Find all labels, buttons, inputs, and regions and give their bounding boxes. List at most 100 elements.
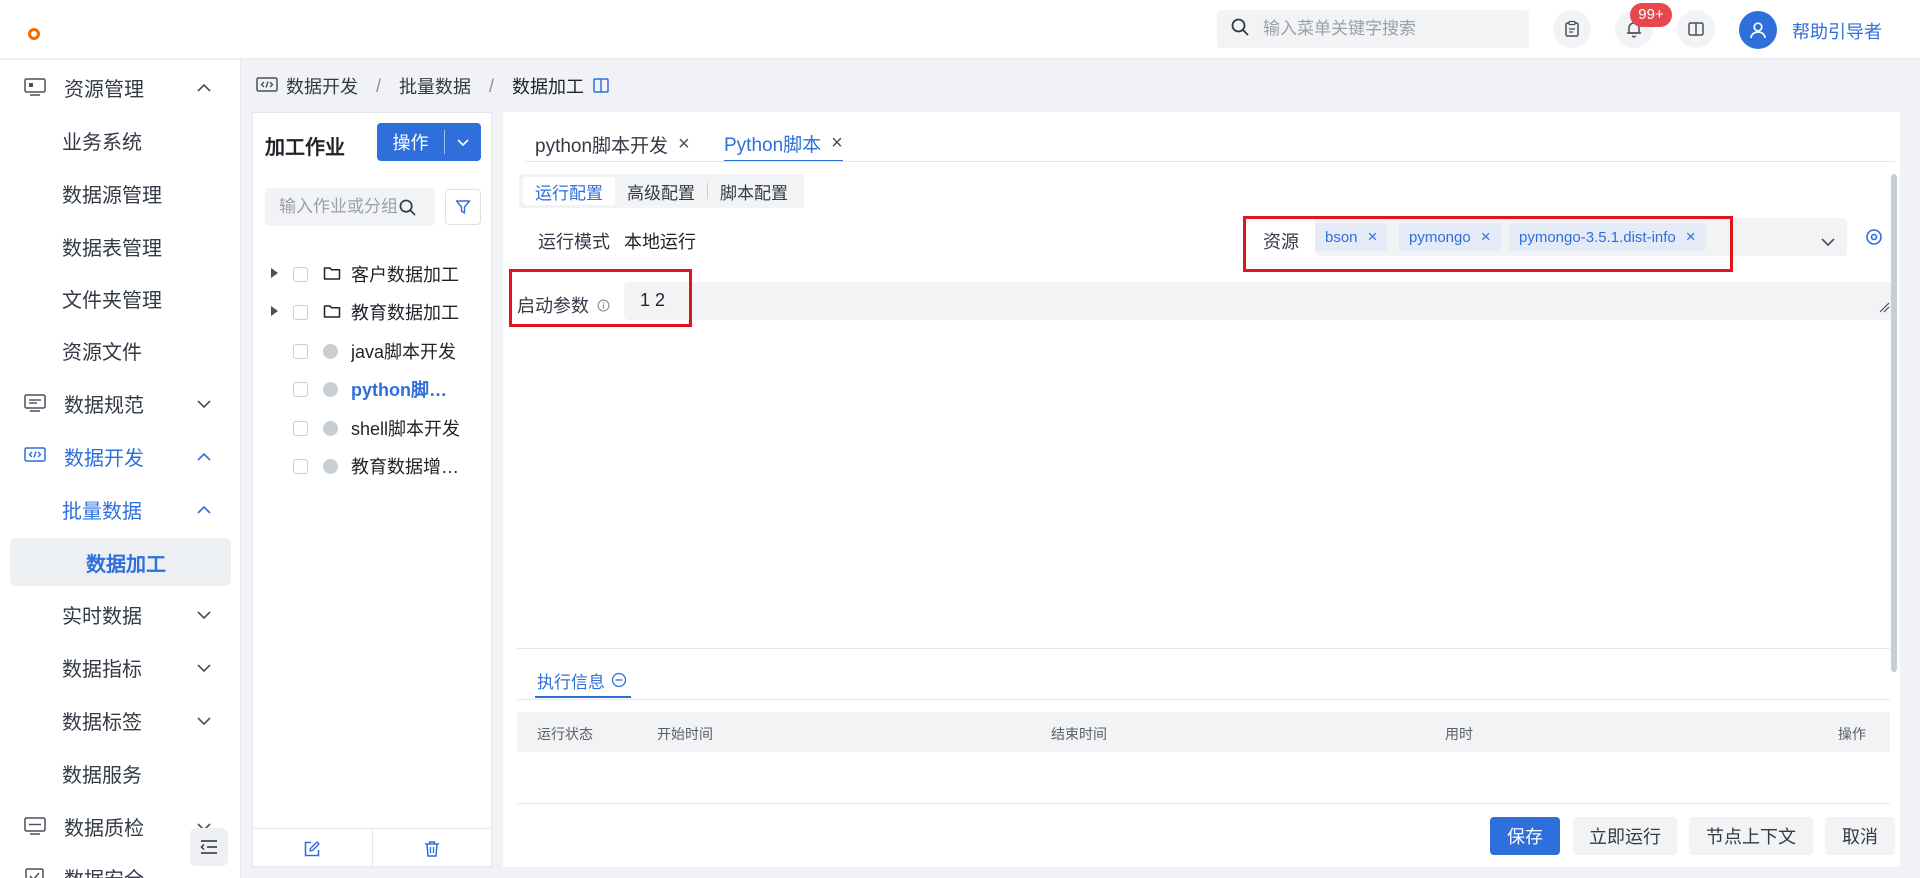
tree-job-row[interactable]: python脚本开发 — [253, 370, 491, 408]
sidebar-item-label: 数据服务 — [62, 764, 142, 787]
sidebar-item-resource-files[interactable]: 资源文件 — [0, 326, 240, 374]
tree-item-name: shell脚本开发 — [351, 419, 461, 439]
tab-label: Python脚本 — [724, 134, 822, 156]
sidebar-item-data-service[interactable]: 数据服务 — [0, 749, 240, 797]
expand-caret-icon[interactable] — [271, 306, 278, 316]
close-icon[interactable]: × — [678, 133, 690, 156]
main-panel: python脚本开发 × Python脚本 × 运行配置 高级配置 脚本配置 运… — [503, 112, 1900, 867]
help-book-button[interactable] — [1677, 10, 1715, 48]
jobs-panel-title: 加工作业 — [265, 137, 345, 159]
subtab-run-config[interactable]: 运行配置 — [523, 177, 615, 205]
sidebar-item-batch-data[interactable]: 批量数据 — [0, 485, 240, 533]
cancel-button[interactable]: 取消 — [1825, 817, 1895, 855]
sidebar-item-data-processing[interactable]: 数据加工 — [10, 538, 231, 586]
row-checkbox[interactable] — [293, 305, 308, 320]
notification-badge: 99+ — [1630, 3, 1672, 27]
top-bar: 99+ 帮助引导者 — [0, 0, 1920, 59]
expand-caret-icon[interactable] — [271, 268, 278, 278]
tree-item-name: python脚本开发 — [351, 380, 461, 400]
delete-button[interactable] — [371, 829, 492, 868]
sidebar-item-datasource-management[interactable]: 数据源管理 — [0, 169, 240, 217]
breadcrumb-item[interactable]: 数据开发 — [286, 73, 358, 99]
column-header: 结束时间 — [1051, 726, 1107, 742]
tab-python-script[interactable]: Python脚本 × — [724, 126, 843, 162]
job-status-dot — [323, 421, 338, 436]
tabs-divider — [525, 161, 1895, 162]
chevron-down-icon — [196, 712, 212, 735]
sidebar-item-label: 数据表管理 — [62, 237, 162, 260]
start-params-box[interactable] — [624, 282, 1892, 320]
tab-execution-info[interactable]: 执行信息 — [535, 666, 631, 698]
sidebar-item-label: 资源管理 — [64, 78, 144, 101]
node-context-button[interactable]: 节点上下文 — [1689, 817, 1813, 855]
tree-job-row[interactable]: shell脚本开发 — [253, 409, 491, 447]
sidebar-item-realtime-data[interactable]: 实时数据 — [0, 590, 240, 638]
menu-search-box[interactable] — [1217, 10, 1529, 48]
sidebar-item-resource-management[interactable]: 资源管理 — [0, 63, 240, 111]
sidebar-item-label: 数据加工 — [86, 553, 166, 576]
app-logo — [28, 28, 40, 40]
code-monitor-icon — [24, 446, 46, 472]
breadcrumb-item[interactable]: 批量数据 — [399, 73, 471, 99]
chevron-up-icon — [196, 448, 212, 471]
row-checkbox[interactable] — [293, 382, 308, 397]
tree-folder-row[interactable]: 教育数据加工 — [253, 293, 491, 331]
config-subtabs: 运行配置 高级配置 脚本配置 — [519, 174, 804, 208]
sidebar-collapse-button[interactable] — [190, 828, 228, 866]
sidebar-item-label: 实时数据 — [62, 605, 142, 628]
execution-table-header: 运行状态 开始时间 结束时间 用时 操作 — [517, 712, 1890, 752]
subtab-script-config[interactable]: 脚本配置 — [708, 177, 800, 205]
chevron-up-icon — [196, 501, 212, 524]
jobs-panel: 加工作业 操作 客户数据加工 教育数据加工 java脚本开发 python脚本开… — [252, 112, 492, 868]
job-status-dot — [323, 344, 338, 359]
tab-python-script-dev[interactable]: python脚本开发 × — [535, 126, 690, 162]
column-header: 运行状态 — [537, 726, 593, 742]
sidebar-item-table-management[interactable]: 数据表管理 — [0, 222, 240, 270]
run-now-button[interactable]: 立即运行 — [1573, 817, 1677, 855]
sidebar-item-business-system[interactable]: 业务系统 — [0, 116, 240, 164]
tab-label: python脚本开发 — [535, 135, 669, 157]
filter-button[interactable] — [445, 189, 481, 225]
operations-button[interactable]: 操作 — [377, 123, 481, 161]
row-checkbox[interactable] — [293, 344, 308, 359]
close-icon[interactable]: × — [831, 132, 843, 155]
tree-job-row[interactable]: java脚本开发 — [253, 332, 491, 370]
highlight-box-start-params — [509, 269, 692, 327]
save-button[interactable]: 保存 — [1490, 817, 1560, 855]
row-checkbox[interactable] — [293, 267, 308, 282]
chevron-down-icon[interactable] — [445, 135, 481, 149]
monitor-icon — [24, 816, 46, 842]
vertical-scrollbar[interactable] — [1891, 174, 1897, 672]
section-divider — [517, 648, 1890, 649]
row-checkbox[interactable] — [293, 459, 308, 474]
book-icon[interactable] — [592, 77, 610, 95]
chevron-down-icon[interactable] — [1820, 234, 1836, 255]
code-monitor-icon — [256, 76, 278, 96]
sidebar-item-data-tags[interactable]: 数据标签 — [0, 696, 240, 744]
clipboard-button[interactable] — [1553, 10, 1591, 48]
subtab-advanced-config[interactable]: 高级配置 — [615, 177, 707, 205]
start-params-input[interactable] — [640, 290, 1840, 311]
job-status-dot — [323, 459, 338, 474]
job-search-box[interactable] — [265, 188, 435, 226]
search-icon — [1231, 18, 1249, 41]
minus-circle-icon[interactable] — [611, 672, 627, 688]
settings-icon[interactable] — [1865, 228, 1883, 251]
edit-button[interactable] — [253, 829, 372, 868]
tab-label: 执行信息 — [537, 672, 605, 692]
sidebar-item-data-metrics[interactable]: 数据指标 — [0, 643, 240, 691]
user-avatar[interactable] — [1739, 11, 1777, 49]
column-header: 操作 — [1838, 726, 1866, 742]
user-name[interactable]: 帮助引导者 — [1792, 18, 1882, 44]
sidebar-item-data-development[interactable]: 数据开发 — [0, 432, 240, 480]
sidebar-item-folder-management[interactable]: 文件夹管理 — [0, 274, 240, 322]
tree-folder-row[interactable]: 客户数据加工 — [253, 255, 491, 293]
exec-tabs-divider — [517, 699, 1890, 700]
row-checkbox[interactable] — [293, 421, 308, 436]
job-search-input[interactable] — [279, 197, 399, 217]
folder-icon — [323, 265, 341, 286]
tree-job-row[interactable]: 教育数据增量同步 — [253, 447, 491, 485]
menu-search-input[interactable] — [1263, 19, 1513, 39]
sidebar-item-data-standards[interactable]: 数据规范 — [0, 379, 240, 427]
resize-grip-icon[interactable] — [1878, 297, 1890, 318]
